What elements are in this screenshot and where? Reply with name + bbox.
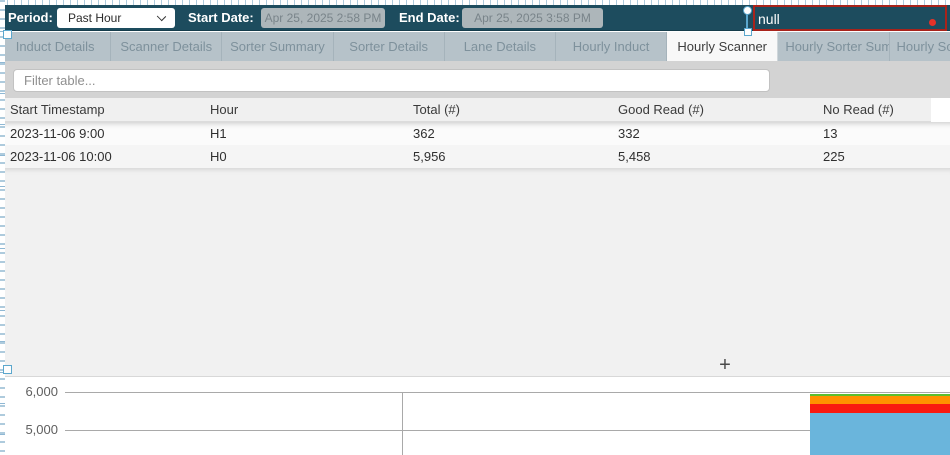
end-date-input[interactable] xyxy=(462,8,603,28)
cell-start-timestamp: 2023-11-06 10:00 xyxy=(0,145,200,168)
bar-segment-red xyxy=(810,404,950,413)
tab-hourly-sorter-details[interactable]: Hourly Sort xyxy=(890,32,950,61)
filter-panel xyxy=(0,61,950,98)
error-null-value: null xyxy=(758,9,780,29)
selection-anchor-dot[interactable] xyxy=(743,6,752,15)
error-null-field[interactable]: null xyxy=(753,5,947,31)
bar-segment-blue-good-read xyxy=(810,413,950,455)
column-header-hour[interactable]: Hour xyxy=(200,98,403,121)
tab-hourly-induct[interactable]: Hourly Induct xyxy=(556,32,667,61)
period-label: Period: xyxy=(8,5,53,31)
tab-sorter-details[interactable]: Sorter Details xyxy=(334,32,445,61)
hourly-scanner-chart: 6,000 5,000 xyxy=(0,377,950,455)
tab-hourly-sorter-summary[interactable]: Hourly Sorter Summar xyxy=(778,32,889,61)
cell-good-read: 332 xyxy=(608,122,813,145)
cell-total: 362 xyxy=(403,122,608,145)
table-row[interactable]: 2023-11-06 10:00 H0 5,956 5,458 225 xyxy=(0,145,950,168)
y-axis-tick-5000: 5,000 xyxy=(8,423,58,437)
end-date-label: End Date: xyxy=(399,5,460,31)
tab-hourly-scanner[interactable]: Hourly Scanner xyxy=(667,32,778,61)
cell-no-read: 225 xyxy=(813,145,950,168)
x-axis-gridline xyxy=(402,392,403,455)
tab-scanner-details[interactable]: Scanner Details xyxy=(111,32,222,61)
add-plus-icon[interactable]: + xyxy=(713,354,737,376)
editor-ruler-horizontal xyxy=(0,0,950,5)
cell-start-timestamp: 2023-11-06 9:00 xyxy=(0,122,200,145)
column-header-start-timestamp[interactable]: Start Timestamp xyxy=(0,98,200,121)
tab-sorter-summary[interactable]: Sorter Summary xyxy=(222,32,333,61)
column-header-good-read[interactable]: Good Read (#) xyxy=(608,98,813,121)
period-select-value: Past Hour xyxy=(68,11,121,25)
error-indicator-dot-icon xyxy=(929,19,936,26)
filter-table-input[interactable] xyxy=(13,69,770,92)
period-select[interactable]: Past Hour xyxy=(57,8,175,28)
editor-ruler-vertical xyxy=(0,0,5,455)
start-date-input[interactable] xyxy=(261,8,385,28)
cell-no-read: 13 xyxy=(813,122,950,145)
bar-segment-orange xyxy=(810,396,950,404)
selection-resize-handle-left-top[interactable] xyxy=(3,30,12,39)
selection-resize-handle-top[interactable] xyxy=(744,28,752,36)
start-date-label: Start Date: xyxy=(188,5,254,31)
tab-lane-details[interactable]: Lane Details xyxy=(445,32,556,61)
cell-good-read: 5,458 xyxy=(608,145,813,168)
cell-hour: H1 xyxy=(200,122,403,145)
column-header-no-read[interactable]: No Read (#) xyxy=(813,98,931,121)
table-row[interactable]: 2023-11-06 9:00 H1 362 332 13 xyxy=(0,122,950,145)
chevron-down-icon xyxy=(157,12,166,21)
tab-induct-details[interactable]: Induct Details xyxy=(0,32,111,61)
tab-bar: Induct Details Scanner Details Sorter Su… xyxy=(0,32,950,61)
app-canvas: Period: Past Hour Start Date: End Date: … xyxy=(0,0,950,455)
selection-resize-handle-left-bottom[interactable] xyxy=(3,365,12,374)
table-header: Start Timestamp Hour Total (#) Good Read… xyxy=(0,98,950,122)
cell-total: 5,956 xyxy=(403,145,608,168)
column-header-total[interactable]: Total (#) xyxy=(403,98,608,121)
y-axis-tick-6000: 6,000 xyxy=(8,385,58,399)
table-empty-area: + xyxy=(0,168,950,377)
cell-hour: H0 xyxy=(200,145,403,168)
stacked-bar xyxy=(810,394,950,455)
